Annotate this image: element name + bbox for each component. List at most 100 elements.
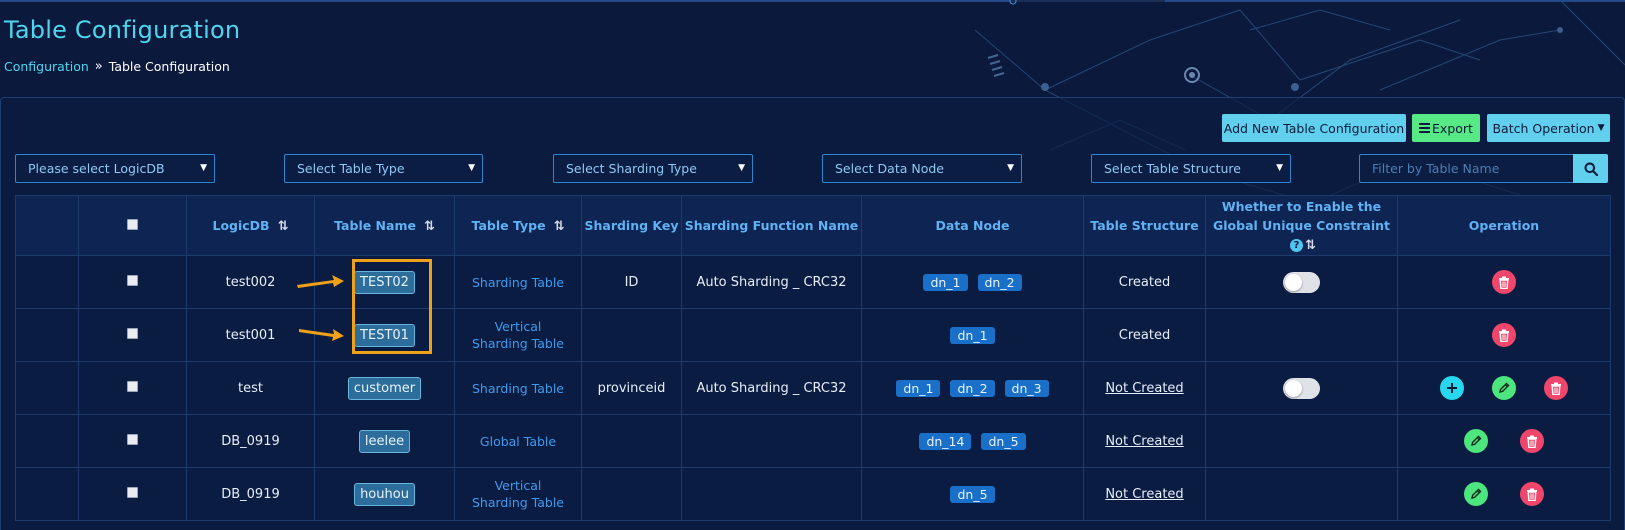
global-unique-toggle[interactable] [1283, 377, 1320, 399]
operation-cell [1397, 467, 1611, 521]
row-checkbox[interactable] [127, 380, 138, 392]
row-blank-cell [15, 467, 79, 521]
header-table-type[interactable]: Table Type ⇅ [454, 195, 582, 256]
batch-operation-label: Batch Operation [1492, 120, 1595, 136]
header-logicdb[interactable]: LogicDB ⇅ [186, 195, 315, 256]
trash-icon [1498, 276, 1510, 289]
edit-button[interactable] [1464, 482, 1488, 506]
table-name-badge[interactable]: TEST01 [354, 323, 415, 347]
table-type-select[interactable]: Select Table Type ▼ [284, 154, 483, 183]
sharding-type-select[interactable]: Select Sharding Type ▼ [553, 154, 753, 183]
row-checkbox[interactable] [127, 327, 138, 339]
export-label: Export [1432, 120, 1473, 136]
logicdb-cell: DB_0919 [186, 414, 315, 468]
search-icon [1584, 162, 1598, 176]
help-icon[interactable]: ? [1290, 238, 1304, 252]
dropdown-arrow-icon: ▼ [200, 163, 207, 173]
operation-cell [1397, 308, 1611, 362]
sharding-key-cell [581, 308, 682, 362]
table-name-cell: leelee [314, 414, 455, 468]
sharding-function-cell [681, 414, 862, 468]
add-table-configuration-button[interactable]: Add New Table Configuration [1222, 114, 1406, 142]
breadcrumb-current: Table Configuration [108, 59, 230, 74]
menu-icon [1419, 123, 1431, 133]
sort-icon[interactable]: ⇅ [278, 219, 289, 234]
sharding-function-cell: Auto Sharding _ CRC32 [681, 255, 862, 309]
operation-cell [1397, 255, 1611, 309]
logicdb-cell: test [186, 361, 315, 415]
pencil-icon [1498, 382, 1510, 394]
edit-button[interactable] [1464, 429, 1488, 453]
delete-button[interactable] [1544, 376, 1568, 400]
sort-icon[interactable]: ⇅ [424, 219, 435, 234]
data-node-select-value: Select Data Node [835, 161, 944, 176]
dropdown-arrow-icon: ▼ [738, 163, 745, 173]
edit-button[interactable] [1492, 376, 1516, 400]
table-structure-select[interactable]: Select Table Structure ▼ [1091, 154, 1291, 183]
logicdb-select-value: Please select LogicDB [28, 161, 165, 176]
table-type-line: Sharding Table [472, 495, 564, 510]
trash-icon [1526, 488, 1538, 501]
add-button[interactable] [1440, 376, 1464, 400]
data-node-select[interactable]: Select Data Node ▼ [822, 154, 1022, 183]
data-node-cell: dn_1 [861, 308, 1084, 362]
data-node-badge[interactable]: dn_14 [919, 432, 972, 450]
row-checkbox[interactable] [127, 486, 138, 498]
header-data-node: Data Node [861, 195, 1084, 256]
table-structure-cell: Created [1083, 255, 1206, 309]
header-table-structure: Table Structure [1083, 195, 1206, 256]
table-type-select-value: Select Table Type [297, 161, 405, 176]
sort-icon[interactable]: ⇅ [554, 219, 565, 234]
data-node-badge[interactable]: dn_1 [950, 326, 995, 344]
header-global-unique[interactable]: Whether to Enable the Global Unique Cons… [1205, 195, 1398, 256]
data-node-badge[interactable]: dn_3 [1004, 379, 1049, 397]
export-button[interactable]: Export [1412, 114, 1480, 142]
table-name-badge[interactable]: houhou [354, 482, 415, 506]
data-node-cell: dn_14 dn_5 [861, 414, 1084, 468]
table-type-cell: Global Table [454, 414, 582, 468]
global-unique-cell [1205, 308, 1398, 362]
data-node-badge[interactable]: dn_5 [981, 432, 1026, 450]
table-type-line: Sharding Table [472, 380, 564, 396]
sharding-key-cell [581, 414, 682, 468]
table-name-badge[interactable]: TEST02 [354, 270, 415, 294]
batch-operation-button[interactable]: Batch Operation ▼ [1487, 114, 1610, 142]
breadcrumb-configuration-link[interactable]: Configuration [4, 59, 89, 74]
row-blank-cell [15, 361, 79, 415]
sharding-key-cell: ID [581, 255, 682, 309]
table-row: test001 TEST01 Vertical Sharding Table dn_1 C… [15, 308, 1611, 362]
table-structure-status[interactable]: Not Created [1105, 487, 1183, 502]
select-all-checkbox[interactable] [127, 219, 138, 230]
table-type-line: Vertical [494, 478, 542, 493]
data-node-badge[interactable]: dn_1 [896, 379, 941, 397]
logicdb-select[interactable]: Please select LogicDB ▼ [15, 154, 215, 183]
header-sharding-key: Sharding Key [581, 195, 682, 256]
data-node-badge[interactable]: dn_1 [923, 273, 968, 291]
arrow-annotation-icon [297, 275, 344, 341]
trash-icon [1526, 435, 1538, 448]
logicdb-cell: DB_0919 [186, 467, 315, 521]
delete-button[interactable] [1520, 429, 1544, 453]
data-node-badge[interactable]: dn_5 [950, 485, 995, 503]
table-name-badge[interactable]: leelee [358, 429, 411, 453]
delete-button[interactable] [1492, 323, 1516, 347]
row-checkbox[interactable] [127, 274, 138, 286]
global-unique-cell [1205, 467, 1398, 521]
data-node-cell: dn_1 dn_2 [861, 255, 1084, 309]
data-node-badge[interactable]: dn_2 [977, 273, 1022, 291]
global-unique-toggle[interactable] [1283, 271, 1320, 293]
row-checkbox[interactable] [127, 433, 138, 445]
delete-button[interactable] [1492, 270, 1516, 294]
delete-button[interactable] [1520, 482, 1544, 506]
sort-icon[interactable]: ⇅ [1305, 236, 1316, 255]
header-table-name[interactable]: Table Name ⇅ [314, 195, 455, 256]
data-node-cell: dn_5 [861, 467, 1084, 521]
caret-down-icon: ▼ [1597, 123, 1605, 133]
table-name-search-input[interactable] [1359, 154, 1573, 183]
search-button[interactable] [1573, 154, 1608, 183]
dropdown-arrow-icon: ▼ [1007, 163, 1014, 173]
table-name-badge[interactable]: customer [347, 376, 422, 400]
data-node-badge[interactable]: dn_2 [950, 379, 995, 397]
table-structure-status[interactable]: Not Created [1105, 381, 1183, 396]
table-structure-status[interactable]: Not Created [1105, 434, 1183, 449]
